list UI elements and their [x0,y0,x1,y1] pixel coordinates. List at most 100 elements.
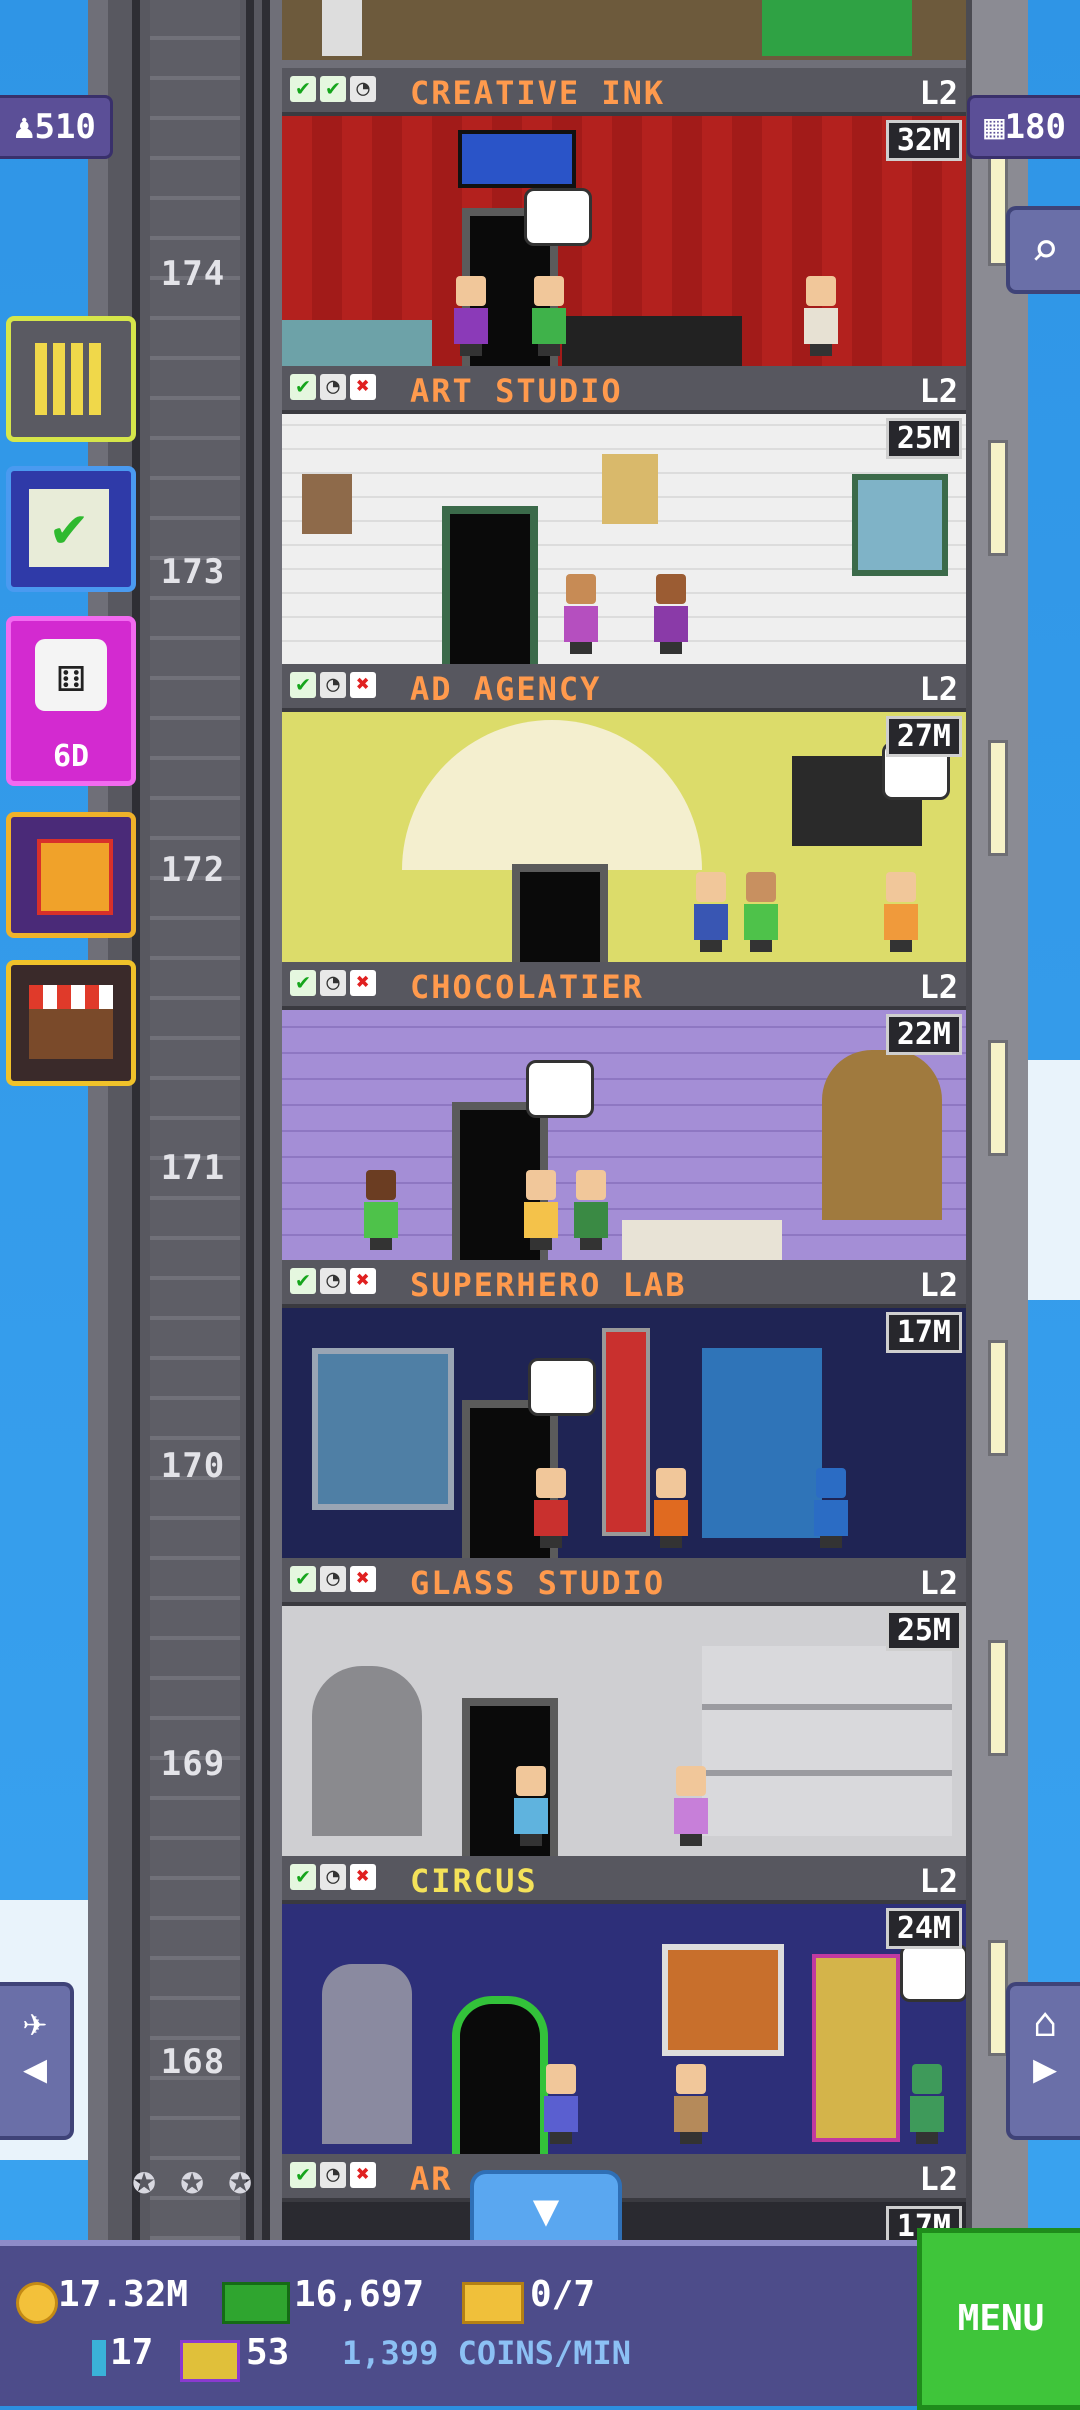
check-icon: ✔ [290,374,316,400]
person [532,1468,570,1548]
shop-button[interactable] [6,960,136,1086]
person [692,872,730,952]
wall-light [988,1340,1008,1456]
person [652,574,690,654]
floor-name: SUPERHERO LAB [410,1266,687,1304]
person [742,872,780,952]
person [530,276,568,356]
star-icon: ✪ [131,2157,157,2203]
floor-room[interactable] [282,1010,966,1260]
floor-175-room[interactable] [282,0,966,60]
coin-rate: 1,399 COINS/MIN [342,2334,631,2372]
person [672,2064,710,2144]
floor-number: 170 [160,1446,226,1486]
floor-level: L2 [919,1862,958,1900]
wall-light [988,740,1008,856]
floor-status: ✔ ◔ ✖ [290,1864,376,1890]
bux-icon [222,2282,290,2324]
wall-light [988,1640,1008,1756]
doorway [452,1996,548,2154]
floor-170[interactable]: ✔ ◔ ✖ SUPERHERO LAB L2 17M [282,1260,966,1558]
floor-header: ✔ ◔ ✖ AR L2 [282,2154,966,2202]
floor-header: ✔ ◔ ✖ GLASS STUDIO L2 [282,1558,966,1606]
speech-bubble [900,1944,966,2002]
star-icon: ✪ [227,2157,253,2203]
floor-header: ✔ ◔ ✖ AD AGENCY L2 [282,664,966,712]
floor-header: ✔ ✔ ◔ CREATIVE INK L2 [282,68,966,116]
floor-name: ART STUDIO [410,372,623,410]
person [882,872,920,952]
floor-room[interactable] [282,116,966,366]
airplane-left-button[interactable]: ✈ ◀ [0,1982,74,2140]
floor-room[interactable] [282,712,966,962]
floor-room[interactable] [282,1606,966,1856]
dice-button[interactable]: ⚅ 6D [6,616,136,786]
search-button[interactable]: ⌕ [1006,206,1080,294]
floor-status: ✔ ◔ ✖ [290,1268,376,1294]
painting [302,474,352,534]
floor-room[interactable] [282,2202,966,2240]
check-icon: ✔ [290,1566,316,1592]
elevator-wall [150,0,240,2240]
gift-timer: 6D [52,739,90,774]
home-right-button[interactable]: ⌂ ▶ [1006,1982,1080,2140]
glass-shelves [702,1646,952,1836]
floor-174[interactable]: ✔ ✔ ◔ CREATIVE INK L2 32M [282,68,966,366]
chevron-left-icon: ◀ [22,2046,48,2092]
scroll-down-button[interactable]: ▼ [470,2170,622,2248]
clock-icon: ◔ [320,2162,346,2188]
person [908,2064,946,2144]
menu-button[interactable]: MENU [917,2228,1080,2410]
backdrop [762,0,912,56]
build-floor-button[interactable] [6,316,136,442]
wall-light [988,1040,1008,1156]
floor-169[interactable]: ✔ ◔ ✖ GLASS STUDIO L2 25M [282,1558,966,1856]
vip-icon [180,2340,240,2382]
checklist-icon: ✔ [29,489,109,567]
floor-room[interactable] [282,1308,966,1558]
floor-level: L2 [919,670,958,708]
floor-167[interactable]: ✔ ◔ ✖ AR L2 17M [282,2154,966,2240]
tiger-poster [662,1944,784,2056]
x-icon: ✖ [350,1864,376,1890]
gift-button[interactable] [6,812,136,938]
furniture [322,0,362,56]
floor-level: L2 [919,1266,958,1304]
clock-icon: ◔ [320,374,346,400]
floors-counter[interactable]: ▦180 [967,95,1080,159]
gift-icon [37,839,113,915]
floor-168[interactable]: ✔ ◔ ✖ CIRCUS L2 24M [282,1856,966,2154]
floor-room[interactable] [282,1904,966,2154]
floor-price: 27M [885,716,962,757]
floor-171[interactable]: ✔ ◔ ✖ CHOCOLATIER L2 22M [282,962,966,1260]
check-icon: ✔ [290,76,316,102]
key-icon [92,2340,106,2376]
floor-price: 24M [885,1908,962,1949]
x-icon: ✖ [350,1566,376,1592]
missions-button[interactable]: ✔ [6,466,136,592]
floor-name: CREATIVE INK [410,74,666,112]
floor-173[interactable]: ✔ ◔ ✖ ART STUDIO L2 25M [282,366,966,664]
vip-value: 53 [246,2332,290,2373]
population-counter[interactable]: ♟510 [0,95,113,159]
floor-price: 25M [885,418,962,459]
wall-light [988,150,1008,266]
painting [602,454,658,524]
floor-level: L2 [919,1564,958,1602]
check-icon: ✔ [290,970,316,996]
x-icon: ✖ [350,672,376,698]
clock-icon: ◔ [320,672,346,698]
floor-172[interactable]: ✔ ◔ ✖ AD AGENCY L2 27M [282,664,966,962]
shop-stall-icon [29,985,113,1059]
magnifier-icon: ⌕ [1030,222,1060,278]
person [562,574,600,654]
coin-icon [16,2282,58,2324]
person [512,1766,550,1846]
elevator-rail [246,0,254,2240]
check-icon: ✔ [290,1268,316,1294]
sofa [562,316,742,366]
chevron-down-icon: ▼ [532,2185,560,2236]
floor-room[interactable] [282,414,966,664]
floors-value: 180 [1004,107,1066,147]
doorway [442,506,538,664]
